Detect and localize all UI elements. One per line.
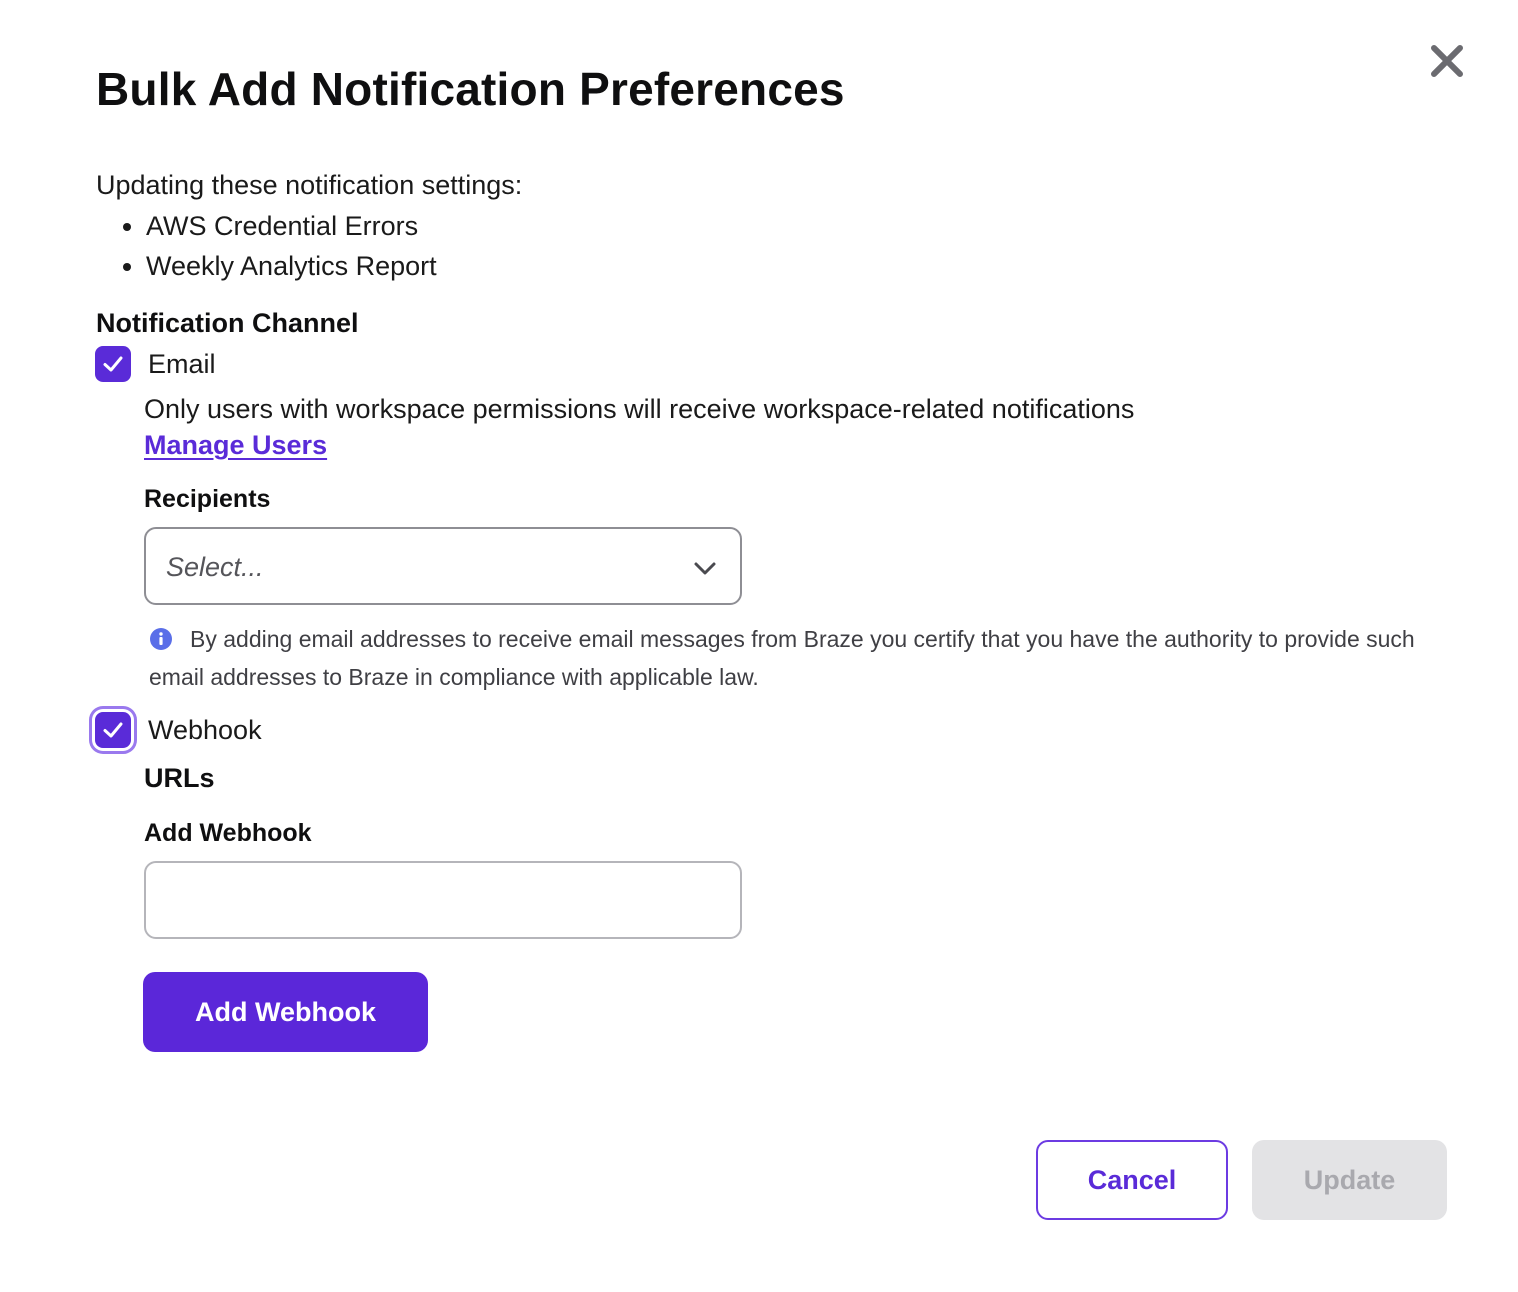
add-webhook-label: Add Webhook <box>144 819 312 847</box>
chevron-down-icon <box>694 562 716 575</box>
close-button[interactable] <box>1428 42 1466 80</box>
dialog-title: Bulk Add Notification Preferences <box>96 63 845 115</box>
recipients-label: Recipients <box>144 485 271 513</box>
add-webhook-button[interactable]: Add Webhook <box>143 972 428 1052</box>
webhook-checkbox[interactable] <box>95 712 131 748</box>
webhook-checkbox-label[interactable]: Webhook <box>148 715 262 746</box>
close-icon <box>1431 45 1463 77</box>
checkmark-icon <box>103 722 123 738</box>
cancel-button[interactable]: Cancel <box>1036 1140 1228 1220</box>
manage-users-link[interactable]: Manage Users <box>144 430 327 461</box>
recipients-select[interactable]: Select... <box>144 527 742 605</box>
urls-label: URLs <box>144 763 215 793</box>
email-helper-text: Only users with workspace permissions wi… <box>144 394 1135 424</box>
update-button[interactable]: Update <box>1252 1140 1447 1220</box>
list-item: Weekly Analytics Report <box>146 246 437 286</box>
compliance-notice: By adding email addresses to receive ema… <box>149 626 1415 690</box>
settings-list: AWS Credential Errors Weekly Analytics R… <box>96 206 437 286</box>
notification-channel-label: Notification Channel <box>96 308 359 338</box>
webhook-url-input[interactable] <box>144 861 742 939</box>
email-checkbox[interactable] <box>95 346 131 382</box>
email-checkbox-label[interactable]: Email <box>148 349 216 380</box>
intro-text: Updating these notification settings: <box>96 170 523 200</box>
checkmark-icon <box>103 356 123 372</box>
list-item: AWS Credential Errors <box>146 206 437 246</box>
recipients-placeholder: Select... <box>166 552 264 582</box>
bulk-add-dialog: Bulk Add Notification Preferences Updati… <box>0 0 1518 1292</box>
